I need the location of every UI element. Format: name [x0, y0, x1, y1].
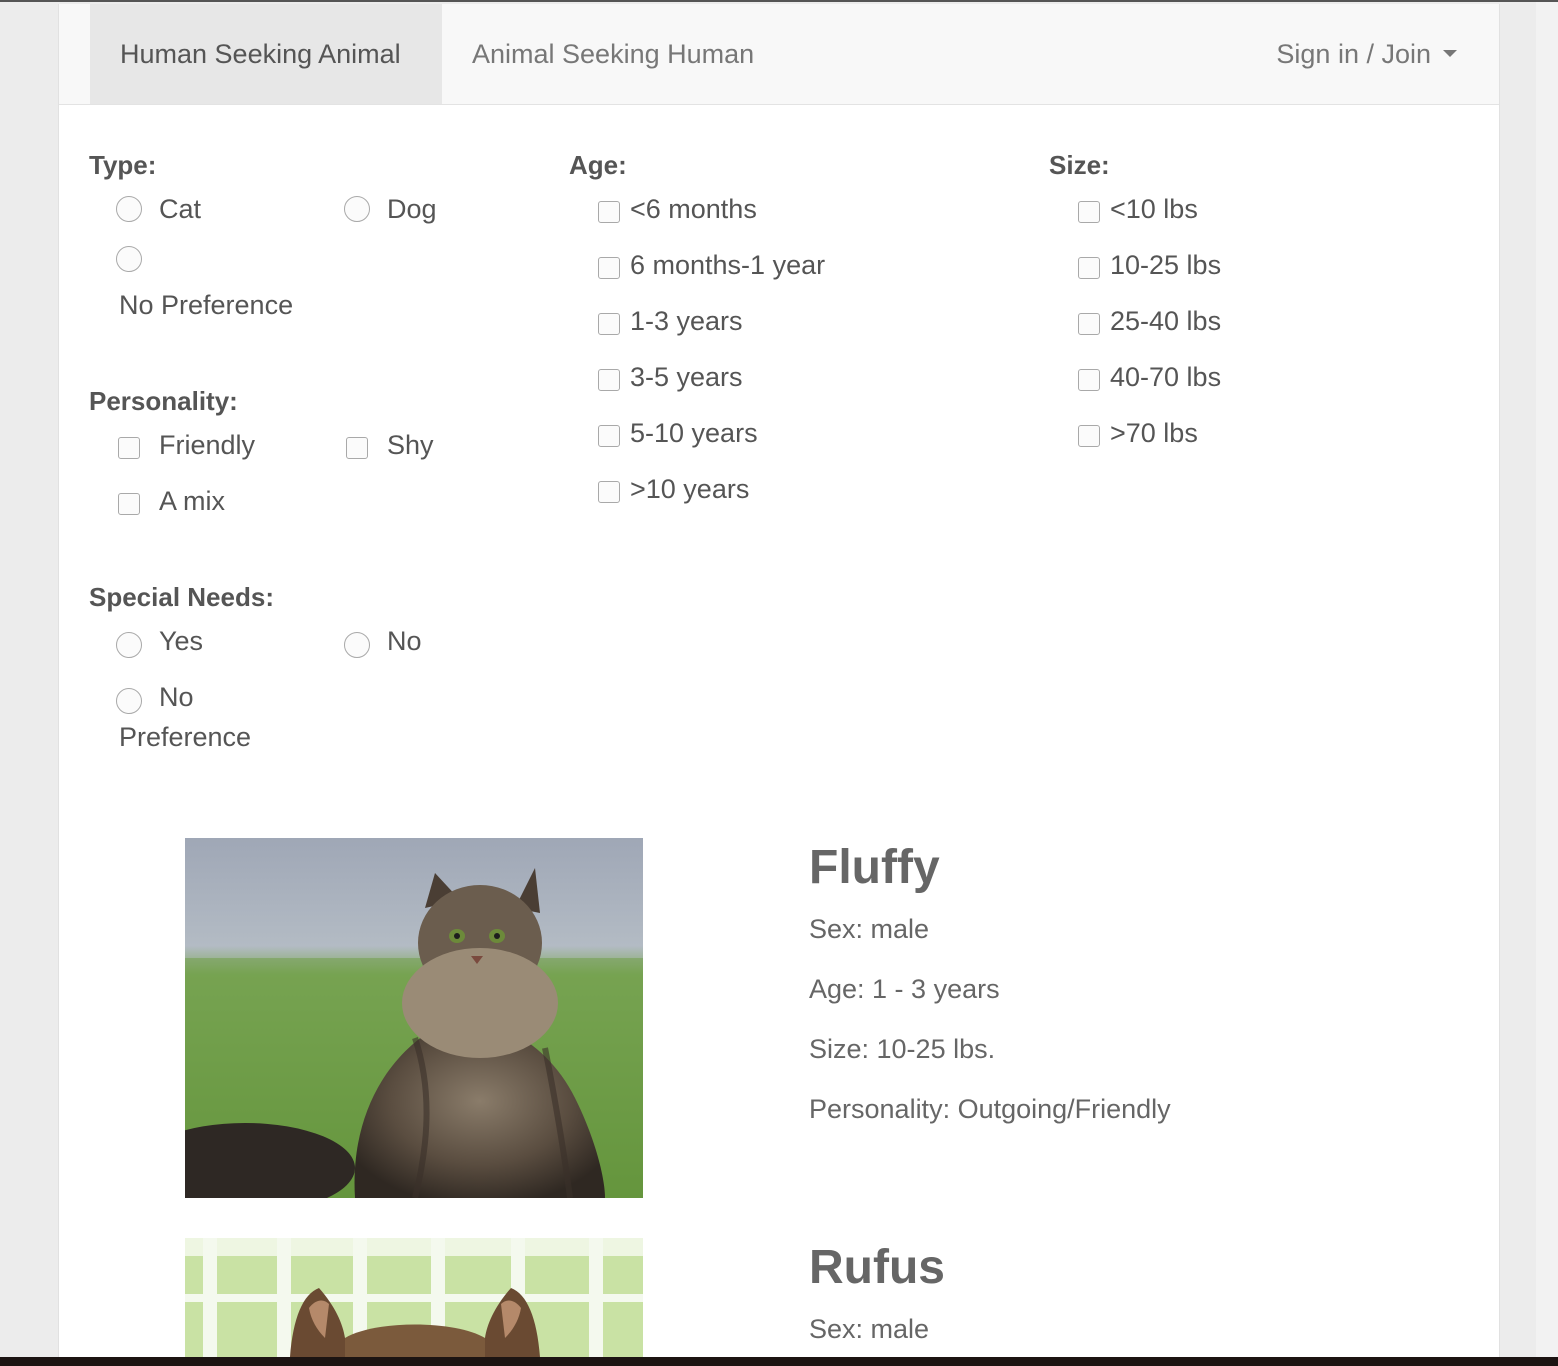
page-container: Human Seeking Animal Animal Seeking Huma… [58, 4, 1500, 1357]
sign-in-join-dropdown[interactable]: Sign in / Join [1276, 4, 1457, 104]
personality-shy-label: Shy [387, 430, 434, 460]
size-25-40-lbs-checkbox[interactable] [1078, 313, 1100, 335]
special-needs-no-preference-label-line2: Preference [119, 722, 252, 752]
age-under-6-months-checkbox[interactable] [598, 201, 620, 223]
pet-name-fluffy: Fluffy [809, 841, 940, 894]
dog-photo-illustration [185, 1238, 643, 1357]
size-label: Size: [1049, 150, 1110, 180]
pet-size: Size: 10-25 lbs. [809, 1034, 996, 1064]
pet-name-rufus: Rufus [809, 1241, 945, 1294]
type-dog-label: Dog [387, 194, 437, 224]
personality-mix-label: A mix [159, 486, 226, 516]
special-needs-no-radio[interactable] [344, 632, 370, 658]
size-over-70-lbs-label: >70 lbs [1110, 418, 1198, 448]
age-3-5-years-checkbox[interactable] [598, 369, 620, 391]
type-label: Type: [89, 150, 157, 180]
special-needs-yes-label: Yes [159, 626, 204, 656]
special-needs-no-preference-radio[interactable] [116, 688, 142, 714]
age-label: Age: [569, 150, 627, 180]
age-under-6-months-label: <6 months [630, 194, 757, 224]
size-over-70-lbs-checkbox[interactable] [1078, 425, 1100, 447]
personality-label: Personality: [89, 386, 238, 416]
personality-mix-checkbox[interactable] [118, 493, 140, 515]
size-40-70-lbs-label: 40-70 lbs [1110, 362, 1222, 392]
size-under-10-lbs-checkbox[interactable] [1078, 201, 1100, 223]
age-over-10-years-label: >10 years [630, 474, 750, 504]
sign-in-join-label: Sign in / Join [1276, 39, 1431, 69]
caret-down-icon [1443, 50, 1457, 58]
size-25-40-lbs-label: 25-40 lbs [1110, 306, 1222, 336]
size-under-10-lbs-label: <10 lbs [1110, 194, 1198, 224]
navbar: Human Seeking Animal Animal Seeking Huma… [59, 4, 1499, 105]
age-1-3-years-label: 1-3 years [630, 306, 743, 336]
type-no-preference-label: No Preference [119, 290, 294, 320]
type-cat-label: Cat [159, 194, 202, 224]
type-dog-radio[interactable] [344, 196, 370, 222]
window-top-border [0, 0, 1558, 2]
age-6-months-1-year-label: 6 months-1 year [630, 250, 826, 280]
size-10-25-lbs-checkbox[interactable] [1078, 257, 1100, 279]
fluffy-photo[interactable] [185, 838, 643, 1198]
rufus-photo[interactable] [185, 1238, 643, 1357]
tab-animal-seeking-human[interactable]: Animal Seeking Human [442, 4, 784, 104]
personality-shy-checkbox[interactable] [346, 437, 368, 459]
age-1-3-years-checkbox[interactable] [598, 313, 620, 335]
age-5-10-years-checkbox[interactable] [598, 425, 620, 447]
pet-sex: Sex: male [809, 914, 930, 944]
type-no-preference-radio[interactable] [116, 246, 142, 272]
size-40-70-lbs-checkbox[interactable] [1078, 369, 1100, 391]
type-cat-radio[interactable] [116, 196, 142, 222]
age-6-months-1-year-checkbox[interactable] [598, 257, 620, 279]
special-needs-no-preference-label-line1: No [159, 682, 194, 712]
personality-friendly-label: Friendly [159, 430, 256, 460]
cat-photo-illustration [185, 838, 643, 1198]
special-needs-yes-radio[interactable] [116, 632, 142, 658]
special-needs-label: Special Needs: [89, 582, 274, 612]
pet-age: Age: 1 - 3 years [809, 974, 1000, 1004]
pet-sex: Sex: male [809, 1314, 930, 1344]
window-bottom-edge [0, 1357, 1558, 1366]
pet-personality: Personality: Outgoing/Friendly [809, 1094, 1171, 1124]
age-5-10-years-label: 5-10 years [630, 418, 758, 448]
window-right-gutter [1536, 2, 1558, 1357]
size-10-25-lbs-label: 10-25 lbs [1110, 250, 1222, 280]
age-3-5-years-label: 3-5 years [630, 362, 743, 392]
age-over-10-years-checkbox[interactable] [598, 481, 620, 503]
special-needs-no-label: No [387, 626, 422, 656]
tab-human-seeking-animal[interactable]: Human Seeking Animal [90, 4, 442, 104]
personality-friendly-checkbox[interactable] [118, 437, 140, 459]
